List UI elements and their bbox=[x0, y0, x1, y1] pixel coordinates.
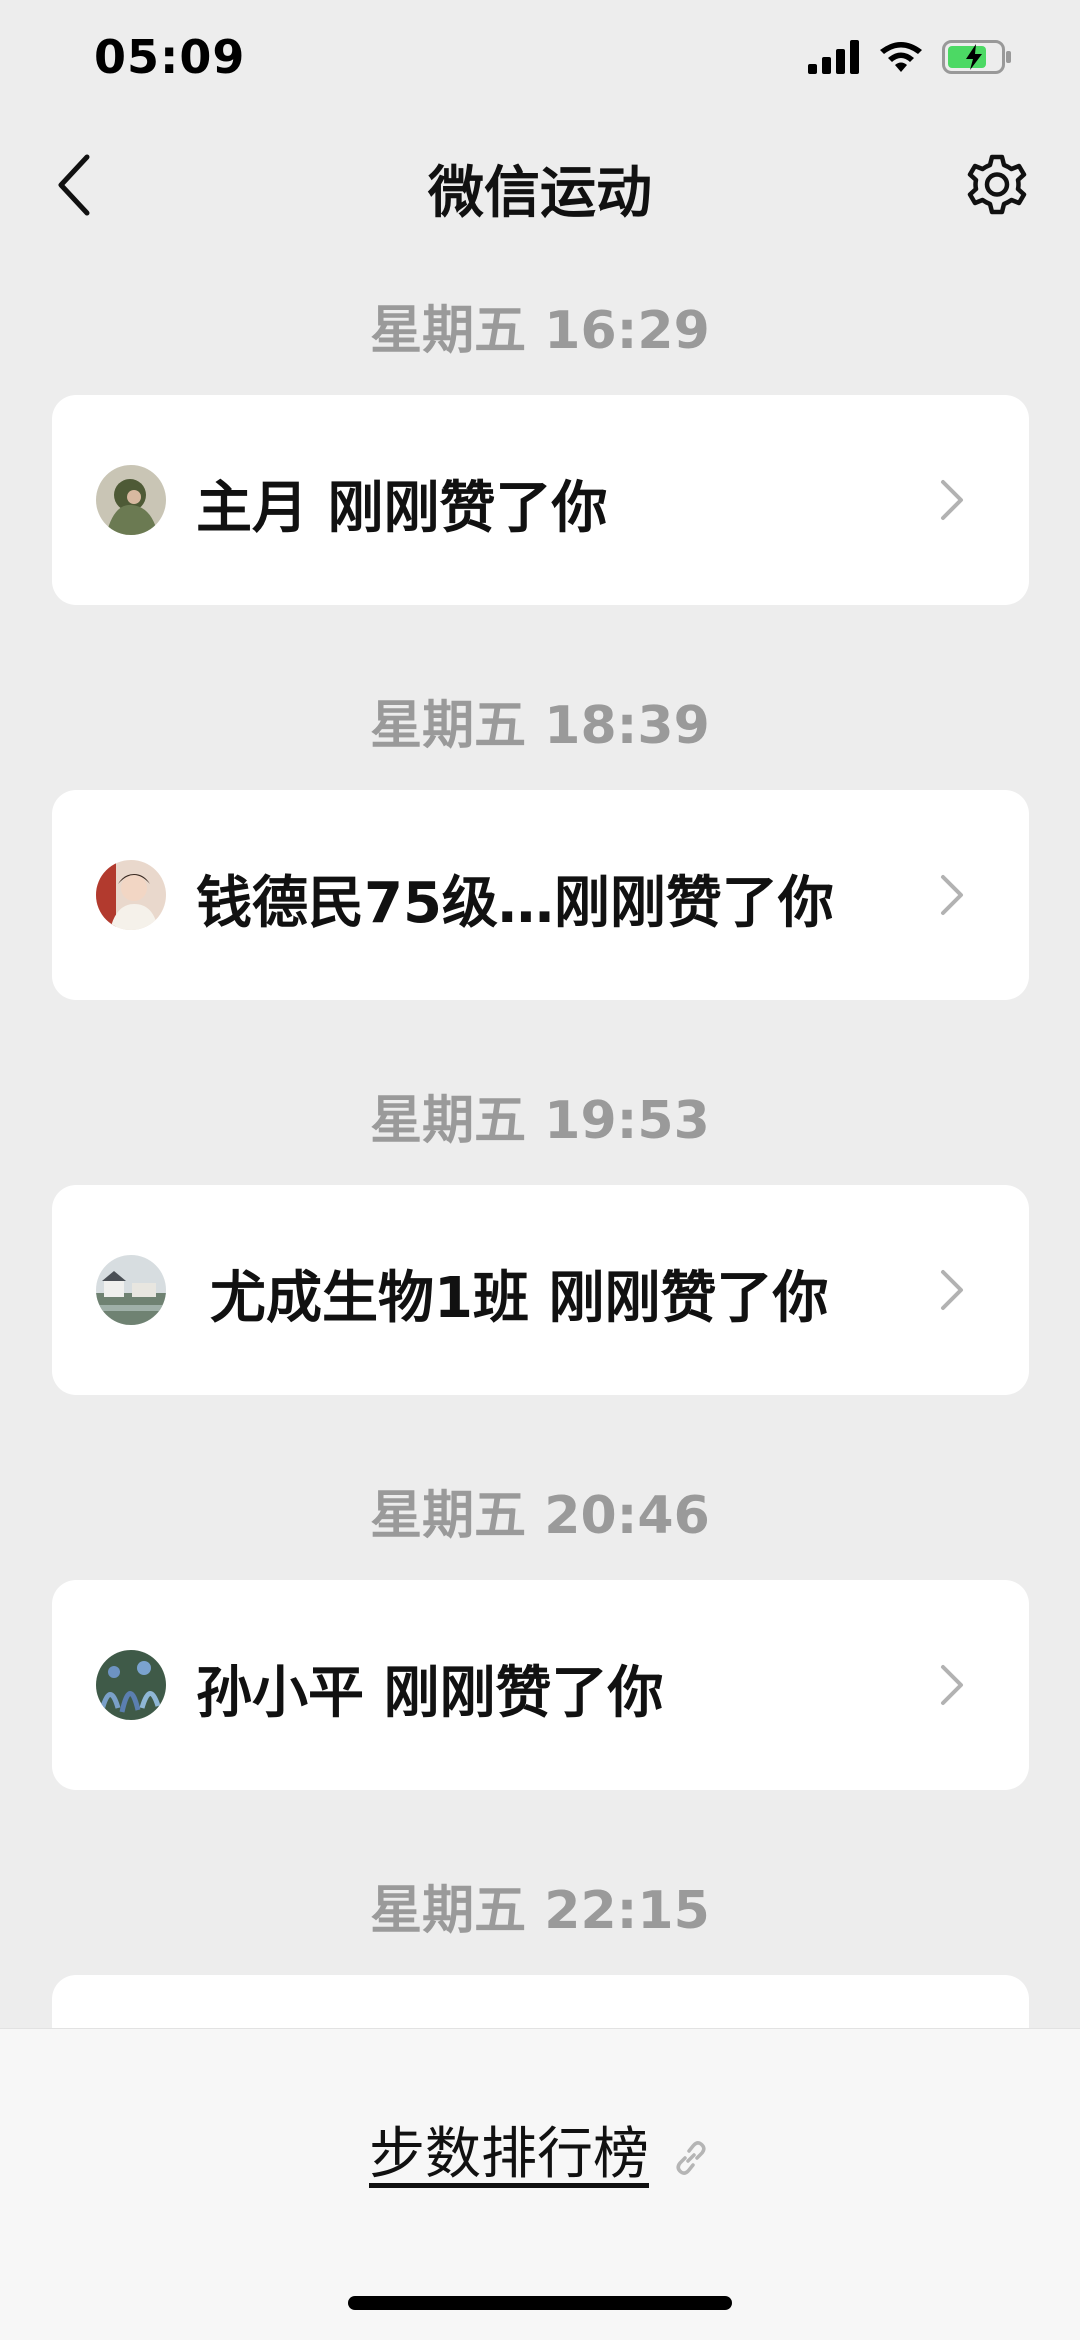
step-ranking-link[interactable]: 步数排行榜 bbox=[0, 2109, 1080, 2190]
chevron-right-icon bbox=[941, 1270, 963, 1310]
settings-button[interactable] bbox=[958, 146, 1036, 224]
step-ranking-label: 步数排行榜 bbox=[369, 2122, 649, 2187]
bottom-bar: 步数排行榜 bbox=[0, 2028, 1080, 2340]
gear-icon bbox=[967, 154, 1027, 215]
like-card[interactable]: 孙小平 刚刚赞了你 bbox=[52, 1580, 1029, 1790]
like-card[interactable]: 主月 刚刚赞了你 bbox=[52, 395, 1029, 605]
like-text: 主月 刚刚赞了你 bbox=[196, 476, 608, 541]
nav-bar: 微信运动 bbox=[0, 130, 1080, 240]
avatar bbox=[96, 1255, 166, 1325]
chevron-right-icon bbox=[941, 875, 963, 915]
like-card[interactable]: 钱德民75级…刚刚赞了你 bbox=[52, 790, 1029, 1000]
status-icons bbox=[808, 40, 1012, 78]
timestamp: 星期五 22:15 bbox=[370, 1881, 710, 1941]
link-icon bbox=[676, 2140, 706, 2175]
wifi-icon bbox=[878, 40, 924, 78]
timestamp: 星期五 19:53 bbox=[370, 1091, 710, 1151]
like-text: 钱德民75级…刚刚赞了你 bbox=[196, 871, 834, 936]
avatar bbox=[96, 465, 166, 535]
timestamp: 星期五 18:39 bbox=[370, 696, 710, 756]
chevron-right-icon bbox=[941, 480, 963, 520]
status-bar: 05:09 bbox=[0, 0, 1080, 120]
chevron-right-icon bbox=[941, 1665, 963, 1705]
avatar bbox=[96, 1650, 166, 1720]
like-text: 尤成生物1班 刚刚赞了你 bbox=[210, 1266, 829, 1331]
like-card[interactable]: 尤成生物1班 刚刚赞了你 bbox=[52, 1185, 1029, 1395]
timestamp: 星期五 20:46 bbox=[370, 1486, 710, 1546]
signal-icon bbox=[808, 40, 860, 78]
battery-icon bbox=[942, 40, 1012, 78]
like-text: 孙小平 刚刚赞了你 bbox=[196, 1661, 664, 1726]
timestamp: 星期五 16:29 bbox=[370, 301, 710, 361]
home-indicator bbox=[348, 2296, 732, 2310]
status-time: 05:09 bbox=[94, 30, 246, 84]
page-title: 微信运动 bbox=[428, 161, 652, 226]
avatar bbox=[96, 860, 166, 930]
